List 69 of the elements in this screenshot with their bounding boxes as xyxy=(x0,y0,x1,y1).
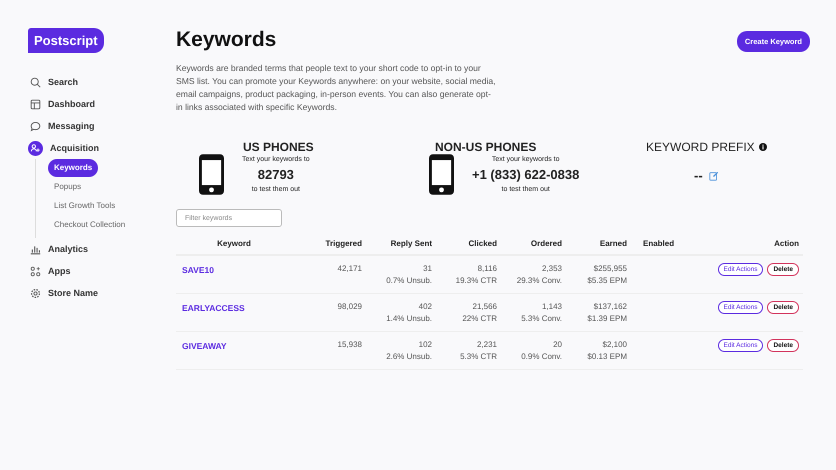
table-cell-text: $2,100 xyxy=(602,339,627,351)
phones-heading: NON-US PHONES xyxy=(435,140,538,154)
column-header: Triggered xyxy=(292,233,362,255)
table-cell-text: 15,938 xyxy=(336,339,362,351)
nav-item[interactable]: Analytics xyxy=(28,238,160,260)
table-cell-text: 31 xyxy=(422,263,432,275)
table-cell-text: 2,353 xyxy=(540,263,562,275)
phone-number: 82793 xyxy=(258,167,294,182)
apps-icon xyxy=(30,266,41,276)
page-title: Keywords xyxy=(176,28,276,52)
column-header: Keyword xyxy=(176,233,292,255)
description: Keywords are branded terms that people text to your short code to opt-in to your SMS list. You can promote your Keywords anywhere: on your website, social media, email campaigns, product packaging, in-person events. You can also generate opt-in links associated with specific Keywords. xyxy=(176,62,496,114)
prefix-heading: KEYWORD PREFIX xyxy=(646,140,755,154)
table-cell-text: 5.3% Conv. xyxy=(520,313,562,325)
table-cell-text: 2,231 xyxy=(476,339,497,351)
search-icon xyxy=(30,76,41,88)
table-cell-text: 2.6% Unsub. xyxy=(385,351,432,363)
settings-icon xyxy=(30,288,41,298)
table-cell-text: 29.3% Conv. xyxy=(516,275,562,287)
table-cell-text: 402 xyxy=(418,301,432,313)
people-icon xyxy=(28,140,43,156)
nav-item[interactable]: Store Name xyxy=(28,282,160,304)
table-cell-text: 1.4% Unsub. xyxy=(385,313,432,325)
table-cell-text: 0.7% Unsub. xyxy=(385,275,432,287)
column-header: Action xyxy=(688,233,803,255)
bar-chart-icon xyxy=(30,244,41,254)
edit-icon[interactable] xyxy=(708,170,719,180)
layout-icon xyxy=(30,98,41,110)
prefix-value: -- xyxy=(694,168,703,183)
keyword-link[interactable]: EARLYACCESS xyxy=(182,303,245,313)
nav-item[interactable]: Dashboard xyxy=(28,93,160,115)
column-header: Enabled xyxy=(627,233,688,255)
table-cell-text: 42,171 xyxy=(336,263,362,275)
table-cell-text: 102 xyxy=(418,339,432,351)
table-cell-text: 19.3% CTR xyxy=(454,275,497,287)
table-cell-text: 21,566 xyxy=(472,301,497,313)
table-cell-text: $137,162 xyxy=(592,301,627,313)
table-cell-text: 98,029 xyxy=(336,301,362,313)
table-cell-text: 1,143 xyxy=(540,301,562,313)
keyword-link[interactable]: SAVE10 xyxy=(182,265,214,275)
table-cell-text: 5.3% CTR xyxy=(459,351,497,363)
phone-number: +1 (833) 622-0838 xyxy=(472,167,580,182)
table-cell-text: 22% CTR xyxy=(461,313,497,325)
table-cell-text: $5.35 EPM xyxy=(586,275,627,287)
subnav-item[interactable]: Popups xyxy=(48,178,88,196)
phone-icon xyxy=(429,154,454,195)
info-icon[interactable] xyxy=(758,143,767,151)
table-cell-text: 20 xyxy=(552,339,562,351)
subnav-item[interactable]: List Growth Tools xyxy=(48,197,122,215)
keyword-link[interactable]: GIVEAWAY xyxy=(182,341,227,351)
column-header: Earned xyxy=(562,233,627,255)
table-cell-text: $0.13 EPM xyxy=(586,351,627,363)
nav-item[interactable]: Apps xyxy=(28,260,160,282)
column-header: Clicked xyxy=(432,233,497,255)
subnav-item[interactable]: Checkout Collection xyxy=(48,216,132,234)
nav-item[interactable]: Acquisition xyxy=(28,137,160,159)
column-header: Ordered xyxy=(497,233,562,255)
table-cell-text: $255,955 xyxy=(592,263,627,275)
phones-heading: US PHONES xyxy=(243,140,315,154)
logo[interactable]: Postscript xyxy=(28,28,104,53)
phone-icon xyxy=(199,154,224,195)
subnav-item[interactable]: Keywords xyxy=(48,159,98,177)
table-cell-text: 8,116 xyxy=(476,263,497,275)
table-cell-text: 0.9% Conv. xyxy=(520,351,562,363)
nav-item[interactable]: Messaging xyxy=(28,115,160,137)
column-header: Reply Sent xyxy=(362,233,432,255)
table-cell-text: $1.39 EPM xyxy=(586,313,627,325)
chat-icon xyxy=(30,120,41,132)
nav-item[interactable]: Search xyxy=(28,71,160,93)
